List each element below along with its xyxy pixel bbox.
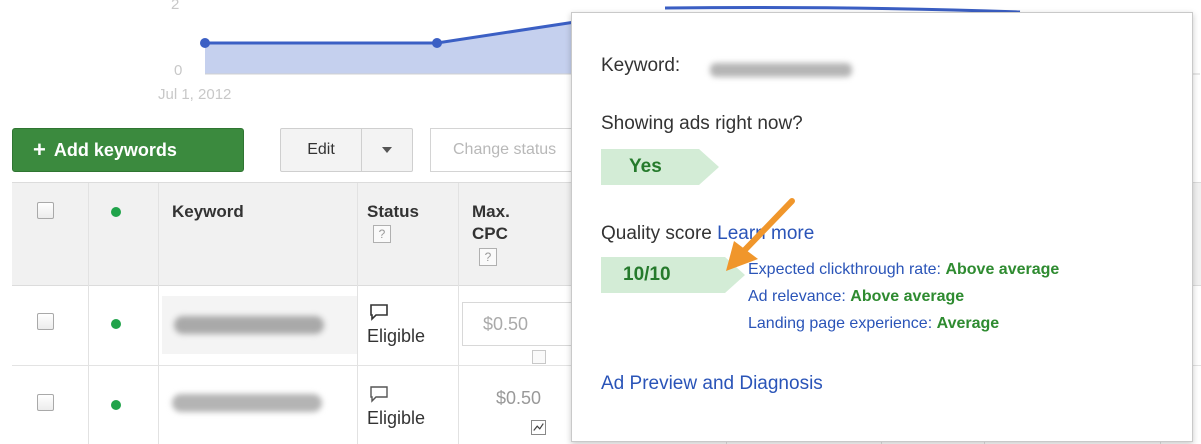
keyword-label: Keyword: [601,55,681,76]
ad-relevance-value: Above average [850,288,965,305]
ad-relevance-label: Ad relevance: [748,288,846,305]
annotation-arrow-icon [726,198,795,271]
ad-preview-diagnosis-link[interactable]: Ad Preview and Diagnosis [601,373,823,395]
quality-score-value: 10/10 [623,264,671,285]
column-divider [158,183,159,444]
keyword-text-redacted[interactable] [174,316,324,334]
ad-relevance-line: Ad relevance: Above average [748,288,964,306]
row-checkbox[interactable] [37,313,54,330]
keyword-diagnosis-popup: Keyword: Showing ads right now? Yes Qual… [571,12,1193,442]
column-header-max-cpc-line2[interactable]: CPC [472,223,508,245]
max-cpc-value[interactable]: $0.50 [496,388,541,409]
speech-bubble-icon[interactable] [369,304,389,321]
chart-y-tick: 2 [171,0,180,13]
edit-button[interactable]: Edit [280,128,362,172]
column-divider [357,183,358,444]
landing-page-value: Average [936,315,1000,332]
edit-dropdown-button[interactable] [361,128,413,172]
expected-ctr-value: Above average [945,261,1060,278]
change-status-label: Change status [453,141,557,158]
add-keywords-label: Add keywords [53,139,177,160]
edit-label: Edit [307,141,335,158]
chevron-down-icon [382,147,392,153]
column-header-keyword[interactable]: Keyword [172,201,244,223]
max-cpc-value: $0.50 [483,313,529,334]
column-header-max-cpc-line1[interactable]: Max. [472,201,510,223]
plus-icon: + [33,137,46,162]
chart-x-tick: Jul 1, 2012 [158,86,232,103]
keyword-text-redacted[interactable] [172,394,322,412]
speech-bubble-icon[interactable] [369,386,389,403]
chart-point [200,38,210,48]
chart-point [432,38,442,48]
showing-ads-question: Showing ads right now? [601,113,803,134]
keyword-name-redacted [710,63,852,77]
status-value: Eligible [367,326,426,346]
max-cpc-input[interactable]: $0.50 [462,302,580,346]
cpc-trend-checkbox[interactable] [532,350,546,364]
trend-chart-icon[interactable] [531,420,546,435]
status-dot-icon [111,319,121,329]
status-help-icon[interactable]: ? [373,225,391,243]
quality-score-text: Quality score [601,223,712,244]
showing-ads-badge: Yes [601,149,719,185]
showing-ads-answer: Yes [629,156,662,177]
chart-y-tick: 0 [174,62,183,79]
landing-page-line: Landing page experience: Average [748,315,999,333]
select-all-checkbox[interactable] [37,202,54,219]
status-dot-icon [111,207,121,217]
landing-page-label: Landing page experience: [748,315,933,332]
column-divider [458,183,459,444]
max-cpc-help-icon[interactable]: ? [479,248,497,266]
status-dot-icon [111,400,121,410]
row-checkbox[interactable] [37,394,54,411]
status-value: Eligible [367,408,426,428]
column-header-status[interactable]: Status [367,201,419,223]
change-status-button[interactable]: Change status [430,128,580,172]
column-divider [88,183,89,444]
add-keywords-button[interactable]: + Add keywords [12,128,244,172]
